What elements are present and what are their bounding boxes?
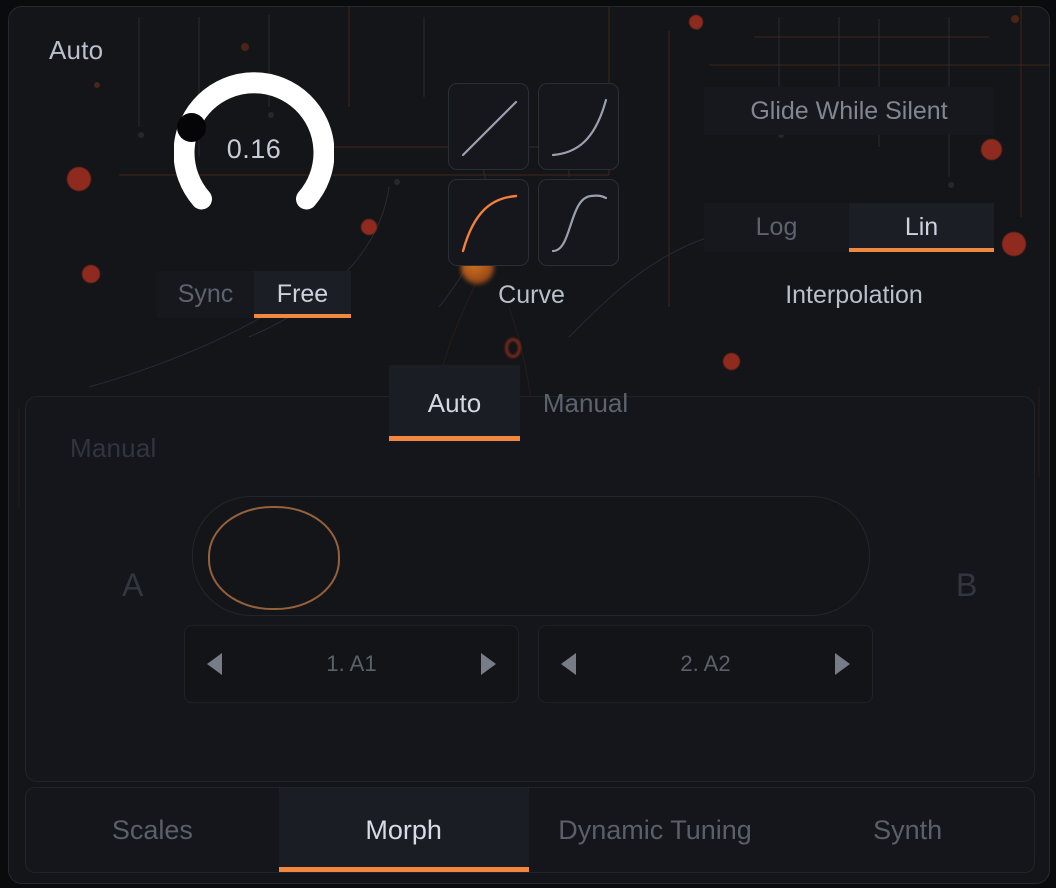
curve-option-linear[interactable] (448, 83, 529, 170)
bottom-nav-bar: Scales Morph Dynamic Tuning Synth (25, 787, 1035, 873)
curve-option-exponential[interactable] (538, 83, 619, 170)
slot-1-name: 1. A1 (222, 651, 481, 677)
slot-2-prev-arrow-icon[interactable] (561, 653, 576, 675)
manual-panel-title: Manual (70, 433, 156, 464)
morph-label-b: B (956, 567, 977, 604)
morph-slider-handle[interactable] (208, 506, 340, 610)
curve-selector[interactable] (448, 83, 619, 265)
curve-option-s-curve[interactable] (538, 179, 619, 266)
slot-2-name: 2. A2 (576, 651, 835, 677)
scale-slot-1[interactable]: 1. A1 (184, 625, 519, 703)
mode-tab-manual[interactable]: Manual (520, 365, 651, 441)
curve-section-label: Curve (429, 281, 634, 310)
slot-2-next-arrow-icon[interactable] (835, 653, 850, 675)
interpolation-section-label: Interpolation (709, 281, 999, 310)
interpolation-toggle[interactable]: Log Lin (704, 203, 994, 252)
nav-tab-dynamic-tuning[interactable]: Dynamic Tuning (529, 788, 782, 872)
morph-slider-track[interactable] (192, 496, 870, 616)
sync-free-toggle[interactable]: Sync Free (157, 271, 351, 318)
rate-knob-value: 0.16 (174, 69, 334, 229)
nav-tab-synth[interactable]: Synth (781, 788, 1034, 872)
manual-panel: Manual A B 1. A1 2. A2 (25, 396, 1035, 782)
morph-label-a: A (122, 567, 143, 604)
sync-option[interactable]: Sync (157, 271, 254, 318)
rate-knob[interactable]: 0.16 (174, 69, 334, 229)
logarithmic-curve-icon (449, 180, 529, 266)
nav-tab-scales[interactable]: Scales (26, 788, 279, 872)
glide-while-silent-button[interactable]: Glide While Silent (704, 87, 994, 135)
exponential-curve-icon (539, 84, 619, 170)
auto-panel-title: Auto (49, 35, 103, 66)
linear-curve-icon (449, 84, 529, 170)
scale-slot-row: 1. A1 2. A2 (184, 625, 888, 703)
slot-1-prev-arrow-icon[interactable] (207, 653, 222, 675)
mode-tab-auto[interactable]: Auto (389, 365, 520, 441)
slot-1-next-arrow-icon[interactable] (481, 653, 496, 675)
s-curve-icon (539, 180, 619, 266)
mode-tab-bar: Auto Manual (389, 365, 651, 441)
curve-option-logarithmic[interactable] (448, 179, 529, 266)
plugin-window: Auto 0.16 Sync Free (8, 6, 1050, 884)
nav-tab-morph[interactable]: Morph (279, 788, 529, 872)
interpolation-option-lin[interactable]: Lin (849, 203, 994, 252)
scale-slot-2[interactable]: 2. A2 (538, 625, 873, 703)
free-option[interactable]: Free (254, 271, 351, 318)
interpolation-option-log[interactable]: Log (704, 203, 849, 252)
auto-panel: Auto 0.16 Sync Free (9, 7, 1049, 399)
